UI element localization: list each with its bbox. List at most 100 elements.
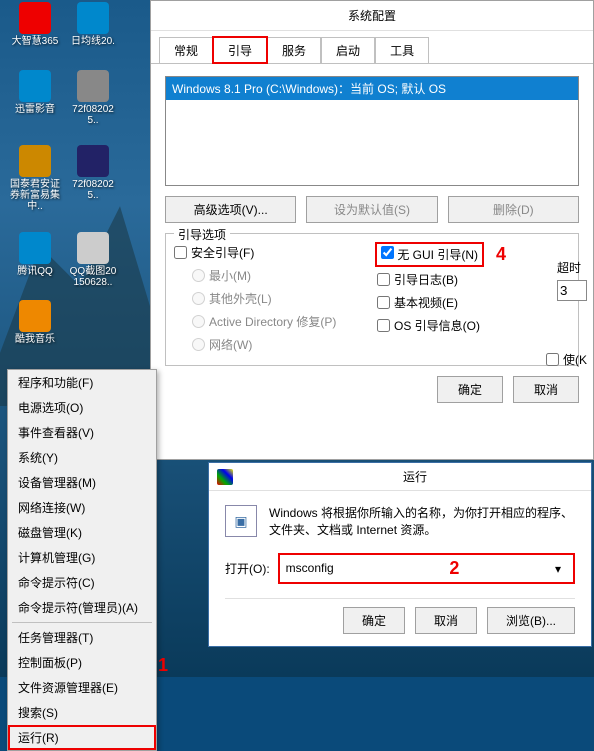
safe-minimal-label: 最小(M): [209, 267, 251, 284]
safe-ad-label: Active Directory 修复(P): [209, 313, 336, 330]
tab-0[interactable]: 常规: [159, 37, 213, 63]
menu-item[interactable]: 命令提示符(管理员)(A): [8, 595, 156, 620]
desktop-icon[interactable]: 国泰君安证券新富易集中..: [10, 145, 60, 212]
permanent-checkbox[interactable]: [546, 353, 559, 366]
menu-item[interactable]: 运行(R): [8, 725, 156, 750]
run-icon: ▣: [225, 505, 257, 537]
window-title: 系统配置: [151, 1, 593, 31]
no-gui-label: 无 GUI 引导(N): [397, 248, 478, 262]
desktop-icon[interactable]: QQ截图20150628..: [68, 232, 118, 288]
desktop-icon[interactable]: 72f082025..: [68, 70, 118, 126]
safe-network-radio: [192, 338, 205, 351]
tab-bar: 常规引导服务启动工具: [151, 31, 593, 64]
set-default-button: 设为默认值(S): [306, 196, 437, 223]
run-titlebar: 运行: [209, 463, 591, 491]
menu-item[interactable]: 搜索(S): [8, 700, 156, 725]
icon-label: QQ截图20150628..: [68, 266, 118, 288]
open-value: msconfig: [286, 561, 334, 575]
desktop-icon[interactable]: 72f082025..: [68, 145, 118, 201]
run-cancel-button[interactable]: 取消: [415, 607, 477, 634]
group-title: 引导选项: [174, 226, 230, 243]
menu-item[interactable]: 事件查看器(V): [8, 420, 156, 445]
menu-item[interactable]: 系统(Y): [8, 445, 156, 470]
icon-label: 日均线20.: [68, 36, 118, 47]
winx-context-menu: 程序和功能(F)电源选项(O)事件查看器(V)系统(Y)设备管理器(M)网络连接…: [7, 369, 157, 751]
safe-altshell-radio: [192, 292, 205, 305]
cancel-button[interactable]: 取消: [513, 376, 579, 403]
desktop-icon[interactable]: 日均线20.: [68, 2, 118, 47]
tab-1[interactable]: 引导: [213, 37, 267, 63]
app-icon: [19, 70, 51, 102]
menu-item[interactable]: 命令提示符(C): [8, 570, 156, 595]
no-gui-checkbox[interactable]: [381, 246, 394, 259]
dropdown-icon[interactable]: ▾: [555, 562, 567, 574]
permanent-label: 使(K: [563, 351, 587, 368]
advanced-options-button[interactable]: 高级选项(V)...: [165, 196, 296, 223]
app-icon: [77, 70, 109, 102]
timeout-section: 超时: [557, 259, 587, 301]
run-title-icon: [217, 469, 233, 485]
app-icon: [19, 300, 51, 332]
desktop-icon[interactable]: 腾讯QQ: [10, 232, 60, 277]
timeout-input[interactable]: [557, 280, 587, 301]
boot-entry[interactable]: Windows 8.1 Pro (C:\Windows)：当前 OS; 默认 O…: [166, 77, 578, 100]
safe-altshell-label: 其他外壳(L): [209, 290, 272, 307]
run-title: 运行: [239, 468, 591, 485]
os-info-checkbox[interactable]: [377, 319, 390, 332]
safe-network-label: 网络(W): [209, 336, 252, 353]
desktop-icon[interactable]: 迅雷影音: [10, 70, 60, 115]
desktop-icon[interactable]: 大智慧365: [10, 2, 60, 47]
menu-item[interactable]: 网络连接(W): [8, 495, 156, 520]
icon-label: 酷我音乐: [10, 334, 60, 345]
run-description: Windows 将根据你所输入的名称，为你打开相应的程序、文件夹、文档或 Int…: [269, 505, 575, 539]
run-browse-button[interactable]: 浏览(B)...: [487, 607, 575, 634]
safe-ad-radio: [192, 315, 205, 328]
run-ok-button[interactable]: 确定: [343, 607, 405, 634]
app-icon: [77, 145, 109, 177]
app-icon: [19, 2, 51, 34]
app-icon: [77, 232, 109, 264]
menu-item[interactable]: 程序和功能(F): [8, 370, 156, 395]
menu-item[interactable]: 计算机管理(G): [8, 545, 156, 570]
menu-item[interactable]: 文件资源管理器(E): [8, 675, 156, 700]
menu-item[interactable]: 设备管理器(M): [8, 470, 156, 495]
open-combobox[interactable]: msconfig 2 ▾: [278, 553, 575, 584]
icon-label: 大智慧365: [10, 36, 60, 47]
icon-label: 72f082025..: [68, 179, 118, 201]
boot-list[interactable]: Windows 8.1 Pro (C:\Windows)：当前 OS; 默认 O…: [165, 76, 579, 186]
menu-item[interactable]: 控制面板(P): [8, 650, 156, 675]
boot-log-label: 引导日志(B): [394, 271, 458, 288]
timeout-label: 超时: [557, 259, 587, 276]
menu-item[interactable]: 任务管理器(T): [8, 625, 156, 650]
menu-item[interactable]: 电源选项(O): [8, 395, 156, 420]
tab-4[interactable]: 工具: [375, 37, 429, 63]
os-info-label: OS 引导信息(O): [394, 317, 480, 334]
icon-label: 迅雷影音: [10, 104, 60, 115]
app-icon: [19, 232, 51, 264]
permanent-section: 使(K: [546, 351, 587, 374]
base-video-label: 基本视频(E): [394, 294, 458, 311]
tab-3[interactable]: 启动: [321, 37, 375, 63]
safe-boot-label: 安全引导(F): [191, 244, 254, 261]
boot-options-group: 引导选项 安全引导(F) 最小(M) 其他外壳(L) Active Direct…: [165, 233, 579, 366]
run-dialog: 运行 ▣ Windows 将根据你所输入的名称，为你打开相应的程序、文件夹、文档…: [208, 462, 592, 647]
app-icon: [77, 2, 109, 34]
safe-minimal-radio: [192, 269, 205, 282]
menu-separator: [12, 622, 152, 623]
base-video-checkbox[interactable]: [377, 296, 390, 309]
ok-button[interactable]: 确定: [437, 376, 503, 403]
system-config-window: 系统配置 常规引导服务启动工具 Windows 8.1 Pro (C:\Wind…: [150, 0, 594, 460]
annotation-1: 1: [158, 655, 168, 676]
icon-label: 腾讯QQ: [10, 266, 60, 277]
annotation-2: 2: [449, 558, 459, 579]
safe-boot-checkbox[interactable]: [174, 246, 187, 259]
open-label: 打开(O):: [225, 560, 270, 577]
tab-2[interactable]: 服务: [267, 37, 321, 63]
icon-label: 国泰君安证券新富易集中..: [10, 179, 60, 212]
app-icon: [19, 145, 51, 177]
boot-log-checkbox[interactable]: [377, 273, 390, 286]
delete-button: 删除(D): [448, 196, 579, 223]
annotation-4: 4: [496, 244, 506, 265]
desktop-icon[interactable]: 酷我音乐: [10, 300, 60, 345]
menu-item[interactable]: 磁盘管理(K): [8, 520, 156, 545]
